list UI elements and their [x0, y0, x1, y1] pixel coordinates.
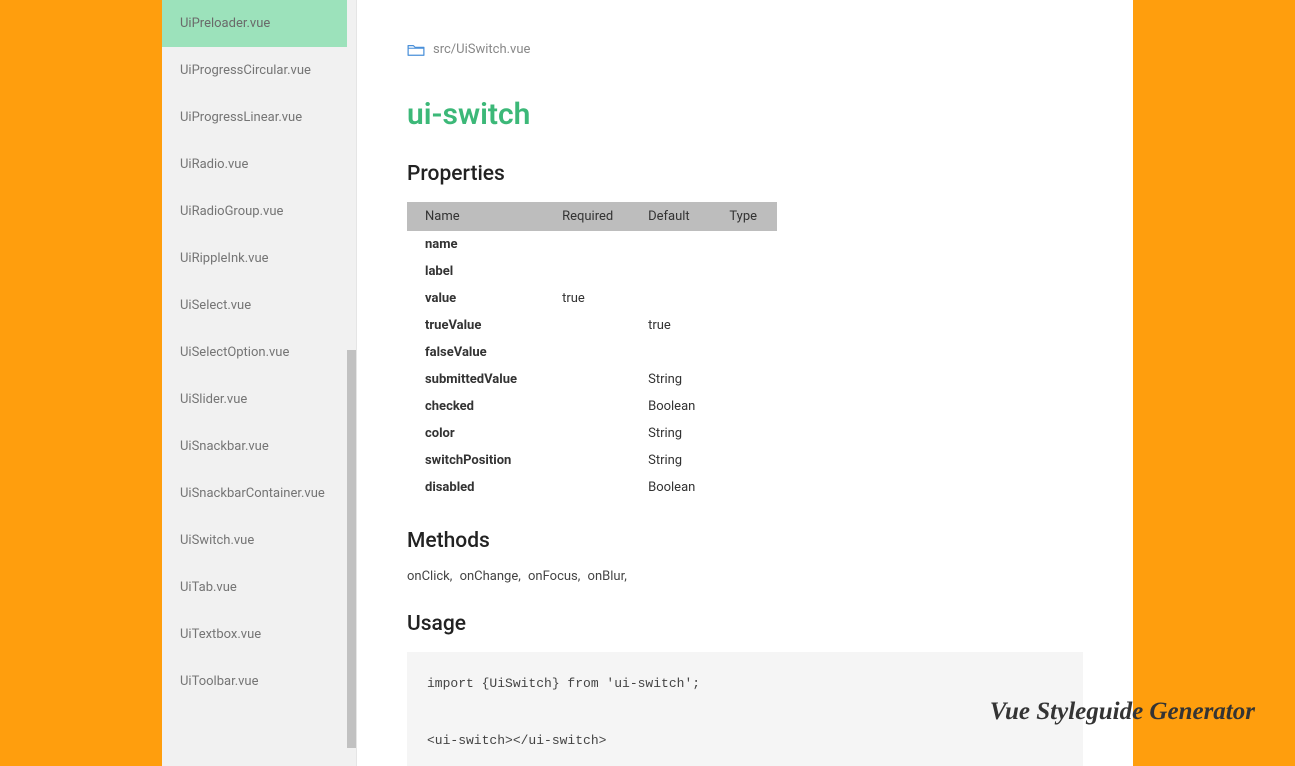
sidebar-item[interactable]: UiPreloader.vue — [162, 0, 356, 47]
cell-default — [638, 231, 719, 258]
cell-name: disabled — [407, 474, 552, 501]
cell-default: String — [638, 420, 719, 447]
method-name: onClick, — [407, 569, 456, 584]
cell-type — [719, 366, 777, 393]
table-row: valuetrue — [407, 285, 777, 312]
col-default: Default — [638, 202, 719, 231]
cell-default: String — [638, 447, 719, 474]
sidebar-item[interactable]: UiProgressCircular.vue — [162, 47, 356, 94]
breadcrumb-path: src/UiSwitch.vue — [433, 42, 530, 57]
app-frame: UiPreloader.vueUiProgressCircular.vueUiP… — [162, 0, 1133, 766]
cell-name: value — [407, 285, 552, 312]
method-name: onChange, — [460, 569, 524, 584]
sidebar-item[interactable]: UiSwitch.vue — [162, 517, 356, 564]
sidebar-item[interactable]: UiSnackbarContainer.vue — [162, 470, 356, 517]
table-row: label — [407, 258, 777, 285]
cell-default — [638, 285, 719, 312]
properties-table: Name Required Default Type namelabelvalu… — [407, 202, 777, 501]
table-row: submittedValue String — [407, 366, 777, 393]
component-title: ui-switch — [407, 97, 1083, 132]
table-row: falseValue — [407, 339, 777, 366]
properties-heading: Properties — [407, 162, 1083, 186]
cell-required — [552, 474, 638, 501]
cell-type — [719, 285, 777, 312]
col-name: Name — [407, 202, 552, 231]
usage-heading: Usage — [407, 612, 1083, 636]
table-row: switchPosition String — [407, 447, 777, 474]
sidebar-item[interactable]: UiSelect.vue — [162, 282, 356, 329]
table-row: checked Boolean — [407, 393, 777, 420]
cell-name: trueValue — [407, 312, 552, 339]
sidebar-item[interactable]: UiSlider.vue — [162, 376, 356, 423]
cell-type — [719, 231, 777, 258]
sidebar: UiPreloader.vueUiProgressCircular.vueUiP… — [162, 0, 357, 766]
cell-required — [552, 366, 638, 393]
sidebar-item[interactable]: UiProgressLinear.vue — [162, 94, 356, 141]
cell-name: submittedValue — [407, 366, 552, 393]
col-required: Required — [552, 202, 638, 231]
methods-list: onClick, onChange, onFocus, onBlur, — [407, 569, 1083, 584]
cell-name: name — [407, 231, 552, 258]
method-name: onBlur, — [588, 569, 627, 584]
cell-name: color — [407, 420, 552, 447]
cell-type — [719, 447, 777, 474]
cell-type — [719, 339, 777, 366]
cell-default: Boolean — [638, 393, 719, 420]
props-header-row: Name Required Default Type — [407, 202, 777, 231]
table-row: color String — [407, 420, 777, 447]
cell-default: true — [638, 312, 719, 339]
cell-type — [719, 393, 777, 420]
cell-name: switchPosition — [407, 447, 552, 474]
sidebar-item[interactable]: UiToolbar.vue — [162, 658, 356, 705]
cell-required — [552, 231, 638, 258]
sidebar-item[interactable]: UiRadioGroup.vue — [162, 188, 356, 235]
cell-default: Boolean — [638, 474, 719, 501]
sidebar-item[interactable]: UiRadio.vue — [162, 141, 356, 188]
table-row: disabled Boolean — [407, 474, 777, 501]
cell-type — [719, 312, 777, 339]
main-content: src/UiSwitch.vue ui-switch Properties Na… — [357, 0, 1133, 766]
cell-default — [638, 258, 719, 285]
cell-required — [552, 447, 638, 474]
cell-name: falseValue — [407, 339, 552, 366]
table-row: trueValue true — [407, 312, 777, 339]
cell-type — [719, 474, 777, 501]
cell-required — [552, 420, 638, 447]
cell-type — [719, 258, 777, 285]
sidebar-item[interactable]: UiSelectOption.vue — [162, 329, 356, 376]
scrollbar-track[interactable] — [347, 0, 356, 766]
cell-required — [552, 393, 638, 420]
table-row: name — [407, 231, 777, 258]
breadcrumb: src/UiSwitch.vue — [407, 42, 1083, 57]
cell-name: label — [407, 258, 552, 285]
sidebar-item[interactable]: UiTab.vue — [162, 564, 356, 611]
methods-heading: Methods — [407, 529, 1083, 553]
cell-required — [552, 312, 638, 339]
folder-icon — [407, 43, 425, 57]
cell-default — [638, 339, 719, 366]
sidebar-item[interactable]: UiTextbox.vue — [162, 611, 356, 658]
cell-default: String — [638, 366, 719, 393]
cell-type — [719, 420, 777, 447]
cell-required: true — [552, 285, 638, 312]
col-type: Type — [719, 202, 777, 231]
watermark: Vue Styleguide Generator — [990, 698, 1255, 726]
cell-required — [552, 258, 638, 285]
scrollbar-thumb[interactable] — [347, 350, 356, 748]
cell-name: checked — [407, 393, 552, 420]
usage-code: import {UiSwitch} from 'ui-switch'; <ui-… — [407, 652, 1083, 766]
sidebar-item[interactable]: UiSnackbar.vue — [162, 423, 356, 470]
method-name: onFocus, — [528, 569, 584, 584]
sidebar-item[interactable]: UiRippleInk.vue — [162, 235, 356, 282]
cell-required — [552, 339, 638, 366]
